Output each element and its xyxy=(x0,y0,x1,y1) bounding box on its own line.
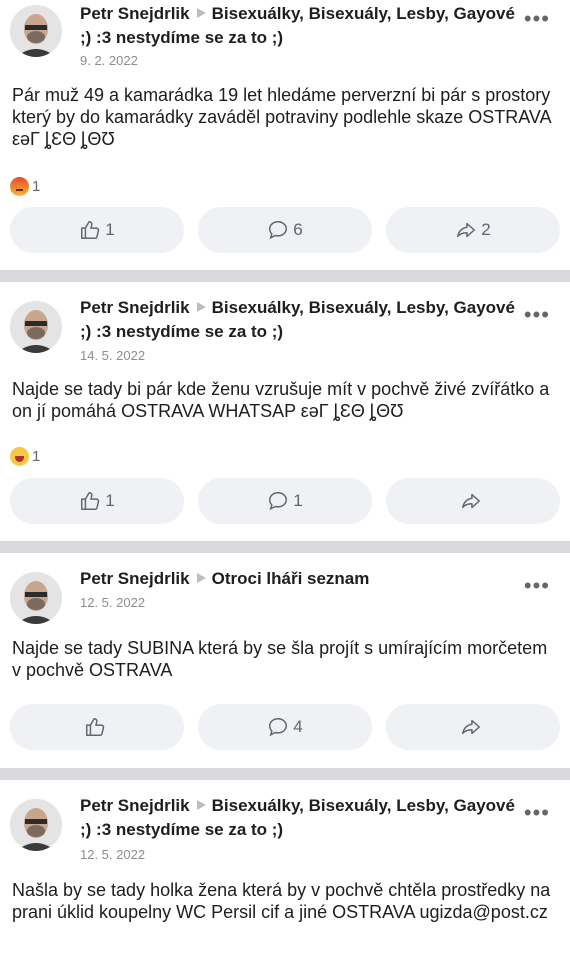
post-divider xyxy=(0,541,570,553)
arrow-right-icon xyxy=(196,573,206,583)
author-name[interactable]: Petr Snejdrlik xyxy=(80,569,190,588)
author-avatar[interactable] xyxy=(10,301,62,353)
thumbs-up-icon xyxy=(81,492,100,510)
comment-icon xyxy=(269,718,288,737)
share-icon xyxy=(462,493,480,509)
more-options-icon[interactable]: ••• xyxy=(524,575,550,597)
arrow-right-icon xyxy=(196,8,206,18)
comment-count: 1 xyxy=(293,491,303,510)
action-bar: 1 6 2 xyxy=(10,207,560,253)
post-header: Petr Snejdrlik Bisexuálky, Bisexuály, Les… xyxy=(80,794,522,842)
share-icon xyxy=(457,222,476,238)
comment-icon xyxy=(269,221,288,240)
post-text: Najde se tady bi pár kde ženu vzrušuje m… xyxy=(12,379,550,421)
share-button[interactable] xyxy=(386,478,560,524)
thumbs-up-icon xyxy=(86,718,105,736)
like-count: 1 xyxy=(105,491,115,510)
post-text: Pár muž 49 a kamarádka 19 let hledáme pe… xyxy=(12,85,551,149)
like-count: 1 xyxy=(105,220,115,239)
post-2: Petr Snejdrlik Bisexuálky, Bisexuály, Les… xyxy=(0,282,570,547)
post-4: Petr Snejdrlik Bisexuálky, Bisexuály, Les… xyxy=(0,780,570,960)
comment-icon xyxy=(269,492,288,511)
thumbs-up-icon xyxy=(81,221,100,239)
like-button[interactable]: 1 xyxy=(10,207,184,253)
share-icon xyxy=(462,719,480,735)
post-date[interactable]: 12. 5. 2022 xyxy=(80,847,145,862)
author-name[interactable]: Petr Snejdrlik xyxy=(80,4,190,23)
comment-button[interactable]: 6 xyxy=(198,207,372,253)
author-avatar[interactable] xyxy=(10,799,62,851)
share-button[interactable] xyxy=(386,704,560,750)
group-name[interactable]: Otroci lháři seznam xyxy=(212,569,370,588)
post-date[interactable]: 9. 2. 2022 xyxy=(80,53,138,68)
comment-count: 6 xyxy=(293,220,303,239)
like-button[interactable] xyxy=(10,704,184,750)
post-date[interactable]: 12. 5. 2022 xyxy=(80,595,145,610)
author-avatar[interactable] xyxy=(10,572,62,624)
action-bar: 1 1 xyxy=(10,478,560,524)
more-options-icon[interactable]: ••• xyxy=(524,8,550,30)
post-text: Našla by se tady holka žena která by v p… xyxy=(12,880,551,922)
action-bar: 4 xyxy=(10,704,560,750)
post-header: Petr Snejdrlik Bisexuálky, Bisexuály, Les… xyxy=(80,296,522,344)
more-options-icon[interactable]: ••• xyxy=(524,304,550,326)
reaction-summary[interactable]: 1 xyxy=(10,175,40,197)
post-1: Petr Snejdrlik Bisexuálky, Bisexuály, Les… xyxy=(0,0,570,270)
author-name[interactable]: Petr Snejdrlik xyxy=(80,298,190,317)
reaction-count: 1 xyxy=(32,177,41,195)
comment-button[interactable]: 1 xyxy=(198,478,372,524)
comment-button[interactable]: 4 xyxy=(198,704,372,750)
reaction-count: 1 xyxy=(32,447,41,465)
share-count: 2 xyxy=(481,220,491,239)
angry-emoji-icon xyxy=(10,176,29,196)
post-divider xyxy=(0,768,570,780)
reaction-summary[interactable]: 1 xyxy=(10,445,40,467)
arrow-right-icon xyxy=(196,302,206,312)
post-header: Petr Snejdrlik Bisexuálky, Bisexuály, Les… xyxy=(80,2,522,50)
post-text: Najde se tady SUBINA která by se šla pro… xyxy=(12,638,548,680)
comment-count: 4 xyxy=(293,717,303,736)
author-name[interactable]: Petr Snejdrlik xyxy=(80,796,190,815)
share-button[interactable]: 2 xyxy=(386,207,560,253)
like-button[interactable]: 1 xyxy=(10,478,184,524)
post-header: Petr Snejdrlik Otroci lháři seznam xyxy=(80,567,522,591)
post-3: Petr Snejdrlik Otroci lháři seznam 12. 5.… xyxy=(0,553,570,768)
post-divider xyxy=(0,270,570,282)
haha-emoji-icon xyxy=(10,446,29,466)
arrow-right-icon xyxy=(196,800,206,810)
more-options-icon[interactable]: ••• xyxy=(524,802,550,824)
author-avatar[interactable] xyxy=(10,5,62,57)
post-date[interactable]: 14. 5. 2022 xyxy=(80,348,145,363)
